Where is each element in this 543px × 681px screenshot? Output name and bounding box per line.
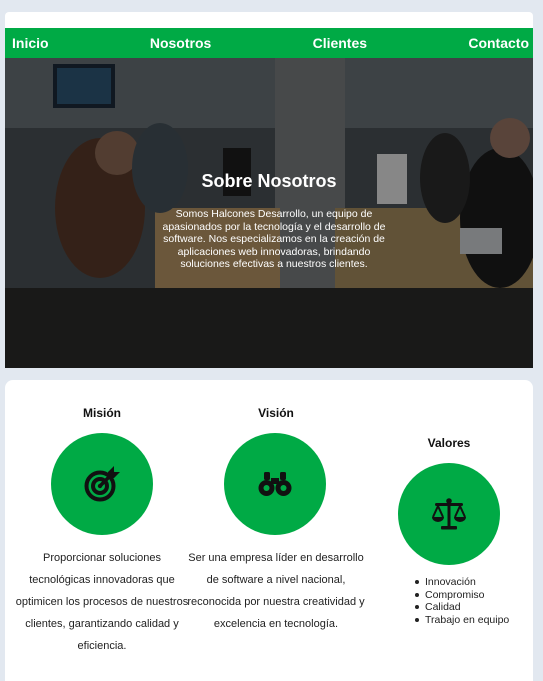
hero-title: Sobre Nosotros: [201, 171, 337, 191]
valores-list: Innovación Compromiso Calidad Trabajo en…: [413, 576, 509, 626]
vision-icon-circle: [224, 433, 326, 535]
vision-title: Visión: [258, 406, 294, 420]
valores-title: Valores: [427, 436, 471, 450]
vision-description: Ser una empresa líder en desarrollo de s…: [187, 552, 365, 630]
header-card: Inicio Nosotros Clientes Contacto Sobre …: [5, 12, 533, 368]
list-item: Calidad: [413, 601, 509, 614]
nav-link-contacto[interactable]: Contacto: [468, 35, 529, 51]
mision-icon-circle: [51, 433, 153, 535]
scale-icon: [432, 498, 466, 530]
hero-section: Sobre Nosotros Somos Halcones Desarrollo…: [5, 58, 533, 368]
list-item: Innovación: [413, 576, 509, 589]
mision-title: Misión: [83, 406, 121, 420]
nav-link-nosotros[interactable]: Nosotros: [150, 35, 211, 51]
list-item: Trabajo en equipo: [413, 614, 509, 627]
binoculars-icon: [258, 472, 292, 496]
nav-link-inicio[interactable]: Inicio: [12, 35, 49, 51]
nav-link-clientes[interactable]: Clientes: [313, 35, 367, 51]
list-item: Compromiso: [413, 589, 509, 602]
main-navbar: Inicio Nosotros Clientes Contacto: [5, 28, 533, 58]
mision-description: Proporcionar soluciones tecnológicas inn…: [15, 552, 189, 652]
valores-icon-circle: [398, 463, 500, 565]
target-icon: [84, 466, 120, 502]
hero-description: Somos Halcones Desarrollo, un equipo de …: [162, 208, 386, 270]
